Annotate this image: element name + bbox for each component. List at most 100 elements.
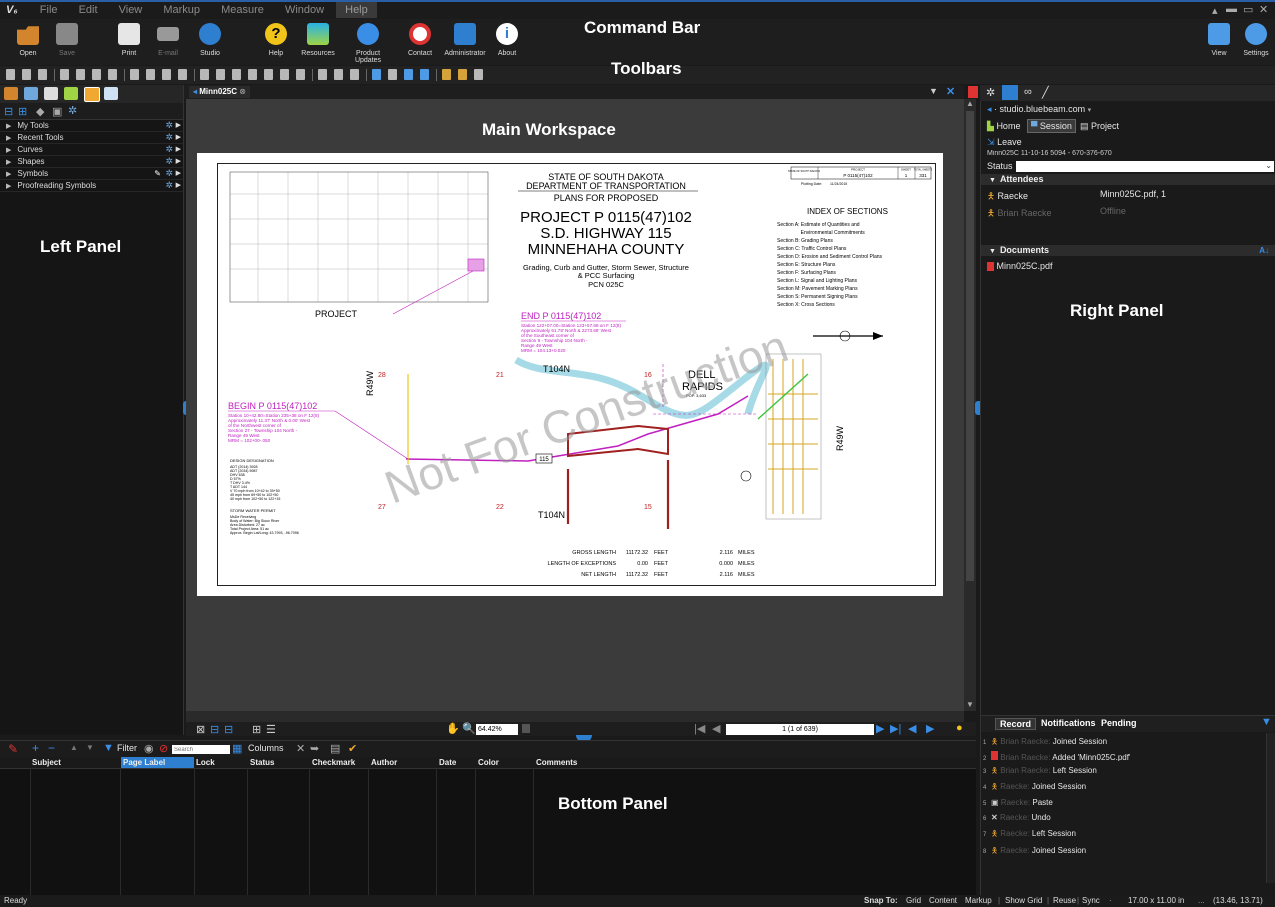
- previous-view-icon[interactable]: ◀: [908, 722, 916, 735]
- tool-15[interactable]: [248, 69, 257, 80]
- close-icon[interactable]: ✕: [1259, 3, 1268, 16]
- chevron-right-icon[interactable]: ▶: [176, 132, 181, 143]
- studio-tab-icon[interactable]: [1002, 85, 1018, 100]
- attendees-header[interactable]: ▼ Attendees: [981, 174, 1275, 185]
- reuse-toggle[interactable]: Reuse: [1053, 895, 1076, 907]
- gear-icon[interactable]: ✲: [165, 168, 173, 179]
- help-button[interactable]: ? Help: [254, 23, 298, 57]
- gear-icon[interactable]: ✲: [165, 156, 173, 167]
- menu-view[interactable]: View: [110, 2, 152, 18]
- tool-21[interactable]: [350, 69, 359, 80]
- next-view-icon[interactable]: ▶: [926, 722, 934, 735]
- clear-filter-icon[interactable]: ◉: [144, 742, 154, 755]
- tab-pending[interactable]: Pending: [1097, 718, 1141, 728]
- attendee-row[interactable]: 🯅 Brian Raecke: [987, 206, 1051, 222]
- no-filter-icon[interactable]: ⊘: [159, 742, 168, 755]
- collapse-icon[interactable]: −: [48, 741, 55, 755]
- column-comments[interactable]: Comments: [536, 757, 577, 768]
- delete-icon[interactable]: ✕: [296, 742, 305, 755]
- tab-project[interactable]: ▤ Project: [1080, 121, 1119, 132]
- column-lock[interactable]: Lock: [196, 757, 215, 768]
- menu-help[interactable]: Help: [336, 2, 377, 18]
- tool-27[interactable]: [458, 69, 467, 80]
- tool-20[interactable]: [334, 69, 343, 80]
- tool-3[interactable]: [38, 69, 47, 80]
- tool-9[interactable]: [146, 69, 155, 80]
- filter-button[interactable]: Filter: [117, 743, 137, 753]
- tool-11[interactable]: [178, 69, 187, 80]
- snap-markup-toggle[interactable]: Markup: [965, 895, 992, 907]
- tool-23[interactable]: [388, 69, 397, 80]
- tool-set-curves[interactable]: ▶ Curves ✲ ▶: [0, 144, 183, 156]
- close-tab-icon[interactable]: ⊗: [239, 87, 246, 96]
- column-page-label[interactable]: Page Label: [123, 757, 165, 768]
- gear-icon[interactable]: ✲: [165, 180, 173, 191]
- columns-icon[interactable]: ▦: [232, 742, 242, 755]
- show-grid-toggle[interactable]: Show Grid: [1005, 895, 1042, 907]
- column-status[interactable]: Status: [250, 757, 274, 768]
- text-tool-icon[interactable]: ▣: [52, 105, 62, 118]
- filter-icon[interactable]: ▼: [103, 742, 114, 754]
- move-down-icon[interactable]: ▼: [86, 743, 94, 752]
- minimize-icon[interactable]: ▴: [1212, 4, 1218, 17]
- prev-page-icon[interactable]: ◀: [712, 722, 720, 735]
- measure-pen-icon[interactable]: ╱: [1042, 86, 1049, 99]
- menu-window[interactable]: Window: [276, 2, 333, 18]
- gear-icon[interactable]: ✲: [165, 120, 173, 131]
- columns-button[interactable]: Columns: [248, 743, 284, 753]
- menu-file[interactable]: File: [31, 2, 67, 18]
- tool-2[interactable]: [22, 69, 31, 80]
- tab-record[interactable]: Record: [995, 718, 1037, 730]
- attendee-row[interactable]: 🯅 Raecke: [987, 189, 1028, 205]
- product-updates-button[interactable]: Product Updates: [342, 23, 394, 64]
- contact-button[interactable]: Contact: [398, 23, 442, 57]
- grid-icon[interactable]: [44, 87, 58, 100]
- menu-edit[interactable]: Edit: [70, 2, 107, 18]
- menu-markup[interactable]: Markup: [154, 2, 209, 18]
- zoom-input[interactable]: 64.42%: [476, 724, 518, 735]
- move-up-icon[interactable]: ▲: [70, 743, 78, 752]
- pencil-icon[interactable]: ✎: [154, 168, 161, 179]
- tool-6[interactable]: [92, 69, 101, 80]
- open-button[interactable]: Open: [6, 23, 50, 57]
- email-button[interactable]: E-mail: [146, 23, 190, 57]
- document-item[interactable]: Minn025C.pdf: [987, 261, 1053, 272]
- scroll-thumb[interactable]: [966, 111, 974, 581]
- save-button[interactable]: Save: [45, 23, 89, 57]
- settings-button[interactable]: Settings: [1234, 23, 1275, 57]
- column-date[interactable]: Date: [439, 757, 456, 768]
- resources-button[interactable]: Resources: [296, 23, 340, 57]
- tool-1[interactable]: [6, 69, 15, 80]
- about-button[interactable]: i About: [485, 23, 529, 57]
- gear-icon[interactable]: ✲: [68, 104, 77, 117]
- tool-18[interactable]: [296, 69, 305, 80]
- tool-19[interactable]: [318, 69, 327, 80]
- tool-22[interactable]: [372, 69, 381, 80]
- status-select[interactable]: ⌄: [1016, 161, 1274, 172]
- tab-notifications[interactable]: Notifications: [1037, 718, 1100, 728]
- tool-10[interactable]: [162, 69, 171, 80]
- server-selector[interactable]: ◂ · studio.bluebeam.com ▾: [987, 104, 1091, 115]
- sync-toggle[interactable]: Sync: [1082, 895, 1100, 907]
- split-horizontal-icon[interactable]: ⊟: [224, 723, 233, 736]
- tool-13[interactable]: [216, 69, 225, 80]
- page-fit-icon[interactable]: ⊠: [196, 723, 205, 736]
- chevron-right-icon[interactable]: ▶: [176, 156, 181, 167]
- snap-content-toggle[interactable]: Content: [929, 895, 957, 907]
- record-scrollbar[interactable]: [1266, 733, 1275, 883]
- properties-gear-icon[interactable]: ✲: [986, 86, 995, 99]
- sync-dropdown-icon[interactable]: ·: [1109, 895, 1112, 907]
- properties-icon[interactable]: [84, 87, 100, 102]
- tool-16[interactable]: [264, 69, 273, 80]
- tool-14[interactable]: [232, 69, 241, 80]
- summary-icon[interactable]: ▤: [330, 742, 340, 755]
- layers-icon[interactable]: [64, 87, 78, 100]
- expand-icon[interactable]: +: [32, 741, 39, 755]
- gear-icon[interactable]: ✲: [165, 144, 173, 155]
- thumbnails-icon[interactable]: [104, 87, 118, 100]
- column-checkmark[interactable]: Checkmark: [312, 757, 355, 768]
- horizontal-scrollbar[interactable]: [186, 711, 964, 722]
- tool-set-symbols[interactable]: ▶ Symbols ✎ ✲ ▶: [0, 168, 183, 180]
- split-view-icon[interactable]: ⊟: [210, 723, 219, 736]
- filter-icon[interactable]: ▼: [1261, 716, 1272, 728]
